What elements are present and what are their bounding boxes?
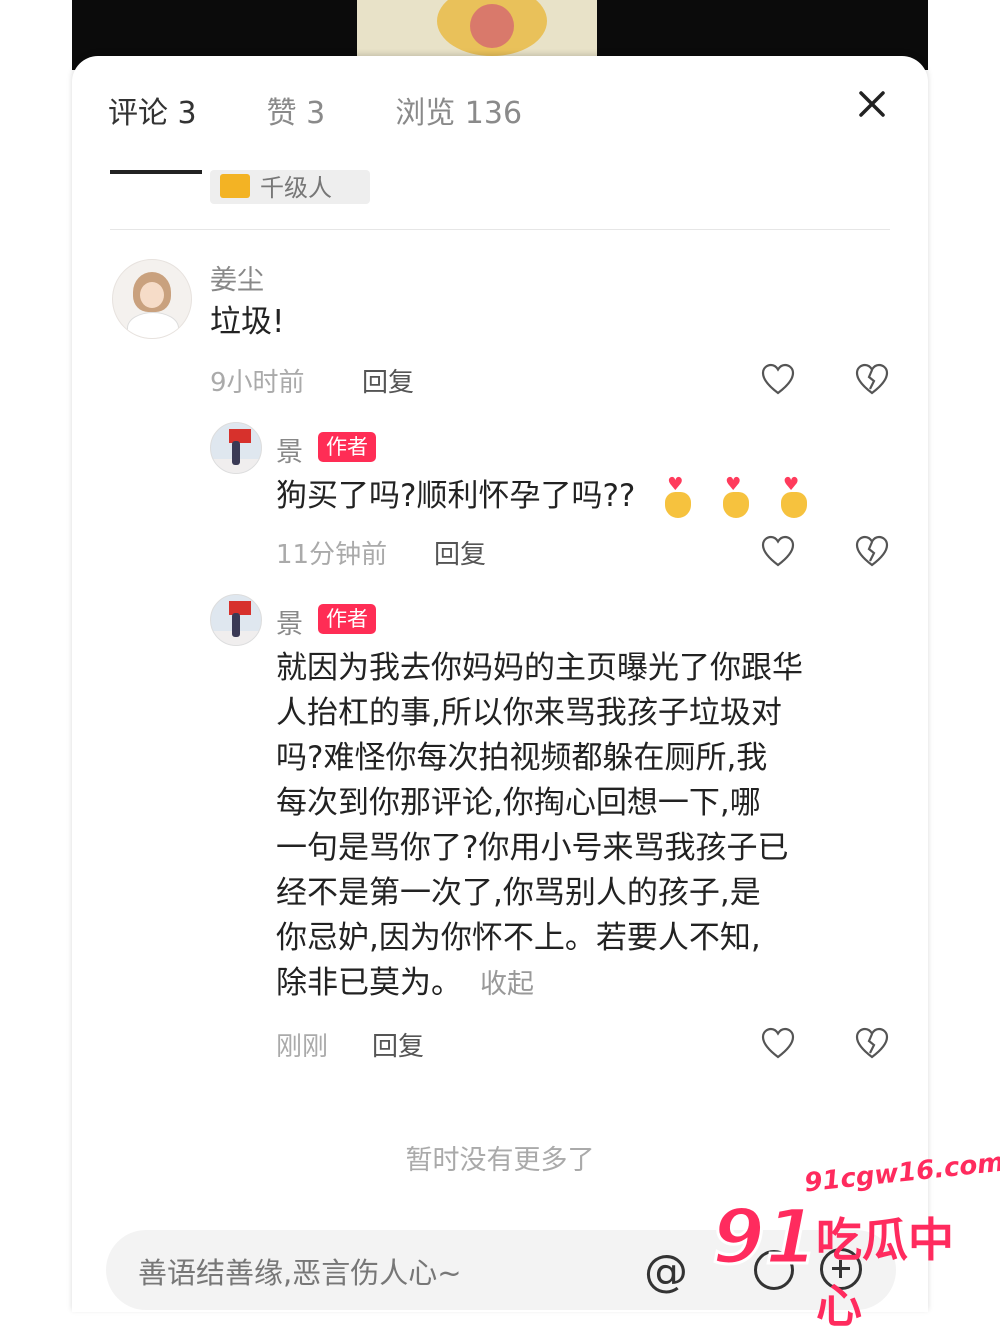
level-icon bbox=[220, 174, 250, 198]
reply-username[interactable]: 景 bbox=[276, 430, 303, 469]
finger-heart-emoji: ♥ bbox=[721, 475, 751, 518]
reply-button[interactable]: 回复 bbox=[372, 1026, 424, 1063]
strawberry-image bbox=[470, 4, 514, 48]
comment-text: 垃圾! bbox=[210, 304, 285, 340]
reply-text-line: 就因为我去你妈妈的主页曝光了你跟华 bbox=[276, 650, 803, 686]
comment-time: 9小时前 bbox=[210, 368, 305, 398]
reply-time: 刚刚 bbox=[276, 1032, 329, 1062]
mention-at-icon[interactable]: @ bbox=[644, 1246, 688, 1297]
collapse-button[interactable]: 收起 bbox=[480, 969, 534, 1000]
reply-text-line: 每次到你那评论,你掏心回想一下,哪 bbox=[276, 785, 761, 821]
dislike-broken-heart-icon[interactable] bbox=[854, 534, 890, 570]
active-tab-indicator bbox=[110, 170, 202, 174]
watermark-text: 吃瓜中心 bbox=[816, 1213, 954, 1333]
watermark-url: 91cgw16.com bbox=[802, 1147, 1000, 1199]
divider bbox=[110, 229, 890, 230]
tab-likes[interactable]: 赞 3 bbox=[267, 88, 326, 132]
reply-button[interactable]: 回复 bbox=[362, 362, 414, 399]
dislike-broken-heart-icon[interactable] bbox=[854, 1026, 890, 1062]
like-heart-icon[interactable] bbox=[760, 1026, 796, 1062]
like-heart-icon[interactable] bbox=[760, 534, 796, 570]
reply-text-row: 狗买了吗?顺利怀孕了吗?? ♥ ♥ ♥ bbox=[276, 474, 809, 519]
watermark-number: 91 bbox=[711, 1191, 820, 1283]
level-badge-text: 千级人 bbox=[260, 174, 332, 202]
avatar[interactable] bbox=[112, 259, 192, 339]
reply-text-last-line: 除非已莫为。 收起 bbox=[276, 961, 896, 1007]
reply-text: 狗买了吗?顺利怀孕了吗?? bbox=[276, 478, 636, 514]
reply-avatar[interactable] bbox=[210, 422, 262, 474]
reply-long-text: 就因为我去你妈妈的主页曝光了你跟华 人抬杠的事,所以你来骂我孩子垃圾对 吗?难怪… bbox=[276, 646, 896, 1007]
tab-comments[interactable]: 评论 3 bbox=[108, 88, 197, 132]
finger-heart-emoji: ♥ bbox=[663, 475, 693, 518]
tab-views[interactable]: 浏览 136 bbox=[395, 88, 522, 132]
close-icon[interactable] bbox=[850, 82, 894, 126]
comment-sheet: 评论 3 赞 3 浏览 136 千级人 姜尘 垃圾! 9小时前 回复 景 作者 … bbox=[72, 56, 928, 1312]
reply-username[interactable]: 景 bbox=[276, 602, 303, 641]
level-badge: 千级人 bbox=[210, 170, 370, 204]
reply-text-line: 吗?难怪你每次拍视频都躲在厕所,我 bbox=[276, 740, 768, 776]
author-badge: 作者 bbox=[318, 604, 376, 634]
author-badge: 作者 bbox=[318, 432, 376, 462]
reply-time: 11分钟前 bbox=[276, 540, 388, 570]
dislike-broken-heart-icon[interactable] bbox=[854, 362, 890, 398]
reply-text-line: 你忌妒,因为你怀不上。若要人不知, bbox=[276, 920, 761, 956]
comment-username[interactable]: 姜尘 bbox=[210, 258, 264, 297]
reply-text-line: 一句是骂你了?你用小号来骂我孩子已 bbox=[276, 830, 789, 866]
finger-heart-emoji: ♥ bbox=[779, 475, 809, 518]
reply-button[interactable]: 回复 bbox=[434, 534, 486, 571]
reply-text-line: 人抬杠的事,所以你来骂我孩子垃圾对 bbox=[276, 695, 782, 731]
reply-text-line: 经不是第一次了,你骂别人的孩子,是 bbox=[276, 875, 761, 911]
reply-avatar[interactable] bbox=[210, 594, 262, 646]
tab-bar: 评论 3 赞 3 浏览 136 bbox=[108, 88, 592, 132]
comment-input-placeholder: 善语结善缘,恶言伤人心~ bbox=[138, 1256, 462, 1290]
watermark: 91cgw16.com 91 吃瓜中心 bbox=[711, 1148, 1000, 1333]
reply-text-line: 除非已莫为。 bbox=[276, 965, 462, 1001]
like-heart-icon[interactable] bbox=[760, 362, 796, 398]
